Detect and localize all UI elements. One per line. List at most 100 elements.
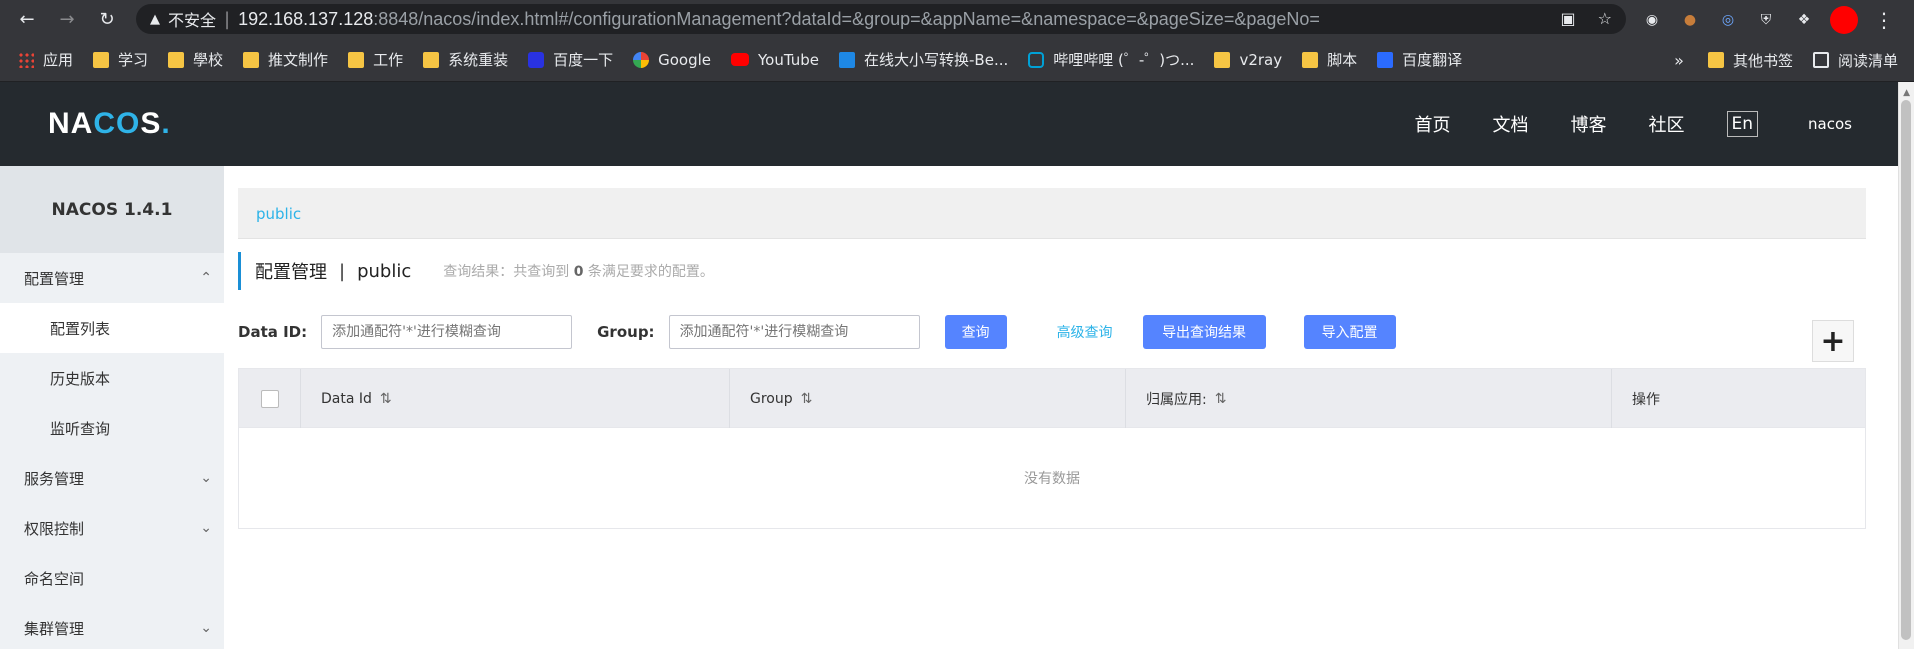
chevron-up-icon: ⌃ (200, 270, 212, 286)
bookmark-item[interactable]: 学习 (93, 49, 148, 70)
add-config-button[interactable]: + (1812, 320, 1854, 362)
bookmarks-bar: 应用 学习 學校 推文制作 工作 系统重装 百度一下 Google YouTub… (0, 38, 1914, 82)
bookmark-item[interactable]: 在线大小写转换-Be... (839, 49, 1008, 70)
reading-list[interactable]: 阅读清单 (1812, 50, 1898, 71)
sort-icon[interactable]: ⇅ (1215, 391, 1227, 407)
search-form: Data ID: Group: 查询 高级查询 导出查询结果 导入配置 (238, 314, 1858, 350)
bookmark-item[interactable]: 工作 (348, 49, 403, 70)
scroll-up-arrow-icon[interactable]: ▲ (1903, 88, 1910, 98)
column-header-group[interactable]: Group ⇅ (730, 369, 1126, 428)
warning-icon: ▲ (150, 11, 160, 27)
sort-icon[interactable]: ⇅ (380, 391, 392, 407)
import-config-button[interactable]: 导入配置 (1303, 315, 1396, 349)
reload-icon[interactable]: ↻ (92, 4, 122, 34)
address-bar[interactable]: ▲ 不安全 | 192.168.137.128 :8848/nacos/inde… (136, 4, 1626, 34)
group-input[interactable] (668, 315, 920, 349)
nav-community[interactable]: 社区 (1649, 111, 1685, 137)
translate-icon[interactable]: ▣ (1561, 9, 1576, 28)
more-bookmarks-button[interactable]: » (1674, 51, 1684, 70)
nav-home[interactable]: 首页 (1415, 111, 1451, 137)
folder-icon (168, 51, 185, 68)
dataid-label: Data ID: (238, 323, 308, 341)
language-toggle[interactable]: En (1726, 111, 1759, 137)
extension-mask-icon[interactable]: ◉ (1640, 8, 1664, 32)
sort-icon[interactable]: ⇅ (801, 391, 813, 407)
extension-cookie-icon[interactable]: ● (1678, 8, 1702, 32)
sidebar: NACOS 1.4.1 配置管理 ⌃ 配置列表 历史版本 监听查询 服务管理 ⌄… (0, 166, 224, 649)
title-divider: | (339, 260, 346, 282)
back-arrow-icon[interactable]: ← (12, 4, 42, 34)
page-title-namespace: public (357, 260, 412, 282)
nav-blog[interactable]: 博客 (1571, 111, 1607, 137)
column-header-app[interactable]: 归属应用: ⇅ (1126, 369, 1612, 428)
extension-eyes-icon[interactable]: ◎ (1716, 8, 1740, 32)
query-button[interactable]: 查询 (944, 315, 1007, 349)
config-table: Data Id ⇅ Group ⇅ 归属应用: ⇅ 操作 没有数据 (238, 368, 1866, 529)
baidu-icon (528, 51, 545, 68)
url-path: :8848/nacos/index.html#/configurationMan… (373, 8, 1320, 29)
top-nav: 首页 文档 博客 社区 En nacos (1415, 82, 1852, 166)
bookmark-item[interactable]: v2ray (1214, 51, 1282, 69)
folder-icon (243, 51, 260, 68)
url-host: 192.168.137.128 (238, 8, 374, 29)
folder-icon (93, 51, 110, 68)
folder-icon (423, 51, 440, 68)
forward-arrow-icon[interactable]: → (52, 4, 82, 34)
chevron-down-icon: ⌄ (200, 470, 212, 486)
bookmark-item[interactable]: 脚本 (1302, 49, 1357, 70)
apps-grid-icon (18, 51, 34, 68)
select-all-checkbox[interactable] (260, 389, 279, 408)
bookmark-item[interactable]: 哔哩哔哩 (゜-゜)つ... (1028, 49, 1194, 70)
b-letter-icon (839, 51, 856, 68)
bookmark-item[interactable]: 推文制作 (243, 49, 328, 70)
sidebar-title: NACOS 1.4.1 (0, 166, 224, 253)
sidebar-item-history[interactable]: 历史版本 (0, 353, 224, 403)
bookmark-item[interactable]: 百度一下 (528, 49, 613, 70)
page-title-row: 配置管理 | public 查询结果：共查询到 0 条满足要求的配置。 (238, 252, 714, 290)
scrollbar-thumb[interactable] (1901, 100, 1911, 640)
nav-docs[interactable]: 文档 (1493, 111, 1529, 137)
bookmark-item[interactable]: 应用 (18, 49, 73, 70)
extension-shield-icon[interactable]: ⛨ (1754, 8, 1778, 32)
user-name[interactable]: nacos (1808, 115, 1852, 133)
page-title: 配置管理 (255, 262, 327, 283)
group-label: Group: (597, 323, 655, 341)
extensions-puzzle-icon[interactable]: ❖ (1792, 8, 1816, 32)
select-all-cell (239, 369, 301, 428)
bookmark-item[interactable]: Google (633, 51, 711, 69)
other-bookmarks[interactable]: 其他书签 (1707, 50, 1793, 71)
translate-icon (1377, 51, 1394, 68)
security-label: 不安全 (168, 11, 217, 30)
folder-icon (1707, 52, 1724, 68)
sidebar-item-cluster-management[interactable]: 集群管理 ⌄ (0, 603, 224, 653)
folder-icon (1214, 51, 1231, 68)
bookmark-star-icon[interactable]: ☆ (1598, 9, 1612, 28)
bookmark-item[interactable]: 系统重装 (423, 49, 508, 70)
advanced-query-link[interactable]: 高级查询 (1057, 322, 1113, 342)
nacos-logo[interactable]: NACOS. (48, 107, 171, 141)
sidebar-item-config-list[interactable]: 配置列表 (0, 303, 224, 353)
folder-icon (1302, 51, 1319, 68)
sidebar-item-access-control[interactable]: 权限控制 ⌄ (0, 503, 224, 553)
namespace-public-link[interactable]: public (256, 205, 301, 223)
export-results-button[interactable]: 导出查询结果 (1142, 315, 1266, 349)
sidebar-item-config-management[interactable]: 配置管理 ⌃ (0, 253, 224, 303)
browser-menu-icon[interactable]: ⋮ (1872, 8, 1896, 32)
namespace-bar: public (238, 188, 1866, 239)
sidebar-item-namespace[interactable]: 命名空间 (0, 553, 224, 603)
youtube-icon (731, 53, 750, 66)
bookmark-item[interactable]: YouTube (731, 51, 819, 69)
dataid-input[interactable] (321, 315, 573, 349)
profile-avatar-icon[interactable] (1830, 6, 1858, 34)
folder-icon (348, 51, 365, 68)
bookmark-item[interactable]: 百度翻译 (1377, 49, 1462, 70)
column-header-dataid[interactable]: Data Id ⇅ (301, 369, 730, 428)
sidebar-item-listener-query[interactable]: 监听查询 (0, 403, 224, 453)
column-header-actions: 操作 (1632, 391, 1660, 408)
bookmark-item[interactable]: 學校 (168, 49, 223, 70)
reading-list-icon (1812, 52, 1829, 68)
sidebar-item-service-management[interactable]: 服务管理 ⌄ (0, 453, 224, 503)
bilibili-icon (1028, 51, 1045, 68)
chevron-down-icon: ⌄ (200, 620, 212, 636)
empty-state: 没有数据 (1024, 471, 1080, 487)
